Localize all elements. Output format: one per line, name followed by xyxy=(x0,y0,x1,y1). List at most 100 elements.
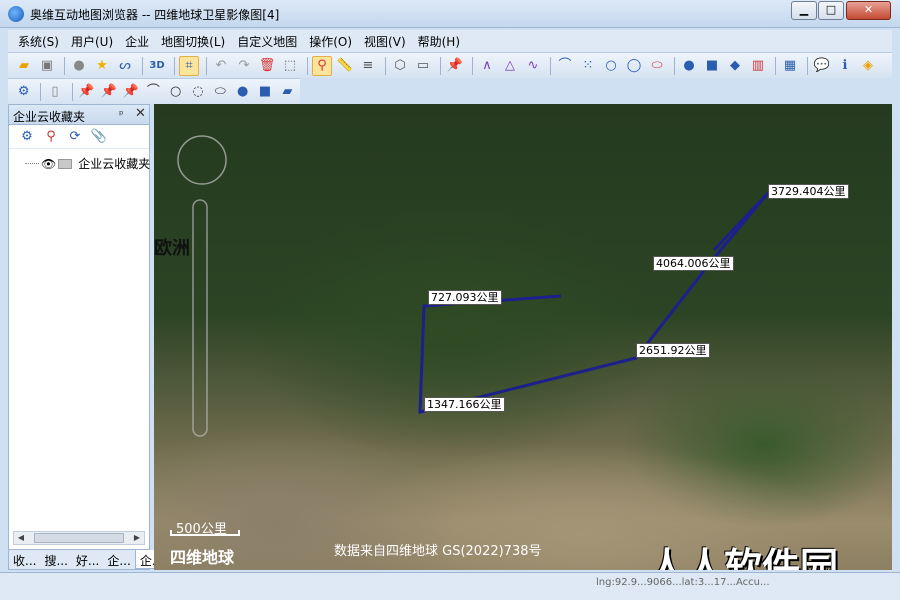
map-credit: 数据来自四维地球 GS(2022)738号 xyxy=(334,544,542,559)
title-bar: 奥维互动地图浏览器 -- 四维地球卫星影像图[4] ▁ □ ✕ xyxy=(0,0,900,28)
toolbar-divider xyxy=(775,56,776,75)
ruler-icon[interactable]: 📏 xyxy=(335,56,355,76)
location-pin-icon[interactable]: ⚲ xyxy=(312,55,332,76)
star-icon[interactable]: ★ xyxy=(92,56,112,76)
columns-icon[interactable]: ▥ xyxy=(748,56,768,76)
3d-icon[interactable]: 3D xyxy=(147,56,167,76)
panel-header: 企业云收藏夹 ᵖ ✕ xyxy=(9,105,149,125)
toolbar-divider xyxy=(71,82,73,101)
polygon-icon[interactable]: ⬡ xyxy=(390,56,410,76)
menu-operation[interactable]: 操作(O) xyxy=(309,33,352,50)
ellipse-icon[interactable]: ⬭ xyxy=(647,56,667,76)
triangle-icon[interactable]: △ xyxy=(500,56,520,76)
delete-icon[interactable]: 🗑 xyxy=(257,56,277,76)
toolbar-divider xyxy=(440,56,441,75)
filled-square-tool-icon[interactable]: ■ xyxy=(255,82,274,102)
maximize-button[interactable]: □ xyxy=(818,1,844,20)
menu-help[interactable]: 帮助(H) xyxy=(418,33,460,50)
rhombus-icon[interactable]: ◆ xyxy=(725,56,745,76)
panel-tabs: 收... 搜... 好... 企... 企... xyxy=(9,549,169,569)
curve-icon[interactable]: ∿ xyxy=(523,56,543,76)
coordinates-readout: lng:92.9...9066...lat:3...17...Accu... xyxy=(596,577,770,588)
map-view[interactable]: 欧洲 3729.404公里 4064.006公里 727.093公里 2651.… xyxy=(154,104,892,570)
tree-item[interactable]: 👁 企业云收藏夹 xyxy=(25,155,150,172)
arc-icon[interactable]: ⌒ xyxy=(555,56,575,76)
ellipse-tool-icon[interactable]: ⬭ xyxy=(211,82,230,102)
close-button[interactable]: ✕ xyxy=(846,1,891,20)
square-icon[interactable]: ■ xyxy=(702,56,722,76)
watermark: 人人软件园 xyxy=(648,545,839,570)
open-folder-icon[interactable]: ▰ xyxy=(14,56,34,76)
video-icon[interactable]: ▭ xyxy=(413,56,433,76)
green-pin-icon[interactable]: 📌 xyxy=(121,82,140,102)
scroll-thumb[interactable] xyxy=(34,533,124,543)
yellow-pin-icon[interactable]: 📌 xyxy=(77,82,96,102)
status-bar: lng:92.9...9066...lat:3...17...Accu... xyxy=(0,572,900,600)
circle-fill-icon[interactable]: ● xyxy=(679,56,699,76)
main-toolbar: ▰ ▣ ● ★ ᔕ 3D ⌗ ↶ ↷ 🗑 ⬚ ⚲ 📏 ≡ ⬡ ▭ 📌 ∧ △ ∿… xyxy=(8,52,892,78)
tab-enterprise[interactable]: 企... xyxy=(103,550,134,569)
document-icon[interactable]: ▯ xyxy=(45,82,64,102)
chat-icon[interactable]: 💬 xyxy=(812,56,832,76)
toolbar-divider xyxy=(674,56,675,75)
circle-outline-icon[interactable]: ◯ xyxy=(624,56,644,76)
distance-label: 2651.92公里 xyxy=(636,343,710,358)
route-icon[interactable]: ᔕ xyxy=(115,56,135,76)
toolbar-divider xyxy=(472,56,473,75)
compass-ring[interactable] xyxy=(177,135,227,185)
select-region-icon[interactable]: ⌗ xyxy=(179,55,199,76)
scroll-right-icon[interactable]: ▶ xyxy=(130,532,144,544)
horizontal-scrollbar[interactable]: ◀ ▶ xyxy=(13,531,145,545)
distance-label: 727.093公里 xyxy=(428,290,502,305)
menu-user[interactable]: 用户(U) xyxy=(71,33,113,50)
panel-title: 企业云收藏夹 xyxy=(13,110,86,124)
marquee-icon[interactable]: ⬚ xyxy=(280,56,300,76)
attach-icon[interactable]: 📎 xyxy=(89,127,109,147)
toolbar-divider xyxy=(206,56,207,75)
info-icon[interactable]: ℹ xyxy=(835,56,855,76)
blue-pin-icon[interactable]: 📌 xyxy=(99,82,118,102)
menu-system[interactable]: 系统(S) xyxy=(18,33,59,50)
zoom-slider[interactable] xyxy=(192,199,208,437)
menu-map-switch[interactable]: 地图切换(L) xyxy=(161,33,225,50)
pushpin-icon[interactable]: 📌 xyxy=(445,56,465,76)
minimize-button[interactable]: ▁ xyxy=(791,1,817,20)
scale-bar xyxy=(170,530,240,536)
polyline-icon[interactable]: ∧ xyxy=(477,56,497,76)
tab-favorites[interactable]: 收... xyxy=(9,550,40,569)
table-icon[interactable]: ▦ xyxy=(780,56,800,76)
toolbar-divider xyxy=(550,56,551,75)
quad-tool-icon[interactable]: ▰ xyxy=(278,82,297,102)
toolbar-divider xyxy=(807,56,808,75)
menu-enterprise[interactable]: 企业 xyxy=(125,33,149,50)
scroll-left-icon[interactable]: ◀ xyxy=(14,532,28,544)
eye-icon[interactable]: 👁 xyxy=(41,157,56,171)
toolbar-divider xyxy=(64,56,65,75)
panel-close-icon[interactable]: ✕ xyxy=(135,106,146,121)
settings-icon[interactable]: ⚙ xyxy=(17,127,37,147)
pin-icon[interactable]: ᵖ xyxy=(119,108,124,121)
favorites-panel: 企业云收藏夹 ᵖ ✕ ⚙ ⚲ ⟳ 📎 👁 企业云收藏夹 ◀ ▶ 收... 搜..… xyxy=(8,104,169,570)
panel-toolbar: ⚙ ⚲ ⟳ 📎 xyxy=(9,125,149,149)
settings-icon[interactable]: ⚙ xyxy=(14,82,33,102)
toolbar-divider xyxy=(142,56,143,75)
user-icon[interactable]: ● xyxy=(69,56,89,76)
menu-custom-map[interactable]: 自定义地图 xyxy=(237,33,297,50)
redo-icon[interactable]: ↷ xyxy=(234,56,254,76)
tree-connector xyxy=(25,163,39,164)
filled-circle-tool-icon[interactable]: ● xyxy=(233,82,252,102)
menu-view[interactable]: 视图(V) xyxy=(364,33,406,50)
tab-friends[interactable]: 好... xyxy=(72,550,103,569)
undo-icon[interactable]: ↶ xyxy=(211,56,231,76)
arc-tool-icon[interactable]: ◌ xyxy=(188,82,207,102)
layers-icon[interactable]: ≡ xyxy=(358,56,378,76)
search-icon[interactable]: ⚲ xyxy=(41,127,61,147)
circle-tool-icon[interactable]: ○ xyxy=(166,82,185,102)
refresh-icon[interactable]: ⟳ xyxy=(65,127,85,147)
save-icon[interactable]: ▣ xyxy=(37,56,57,76)
circle-icon[interactable]: ○ xyxy=(601,56,621,76)
diamond-icon[interactable]: ◈ xyxy=(858,56,878,76)
line-tool-icon[interactable]: ⌒ xyxy=(144,82,163,102)
points-icon[interactable]: ⁙ xyxy=(578,56,598,76)
tab-search[interactable]: 搜... xyxy=(40,550,71,569)
